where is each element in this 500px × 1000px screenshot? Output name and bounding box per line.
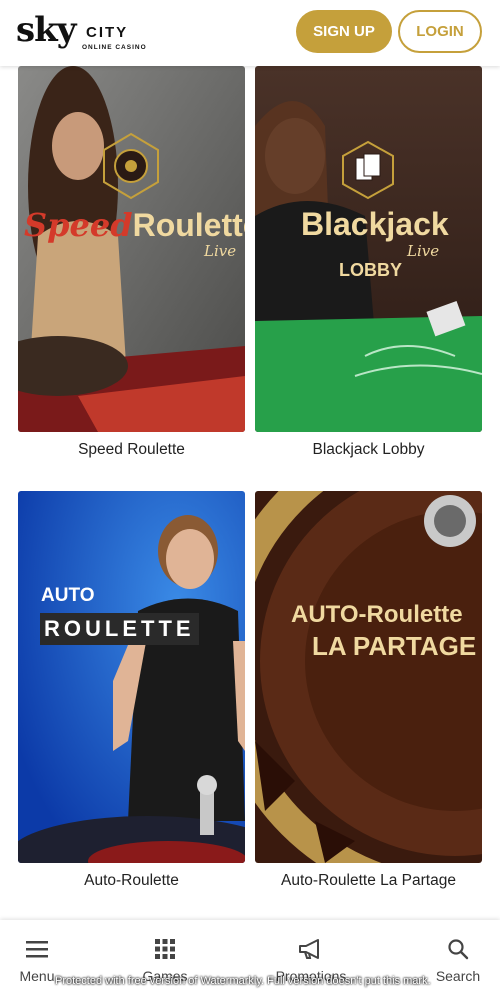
search-icon	[448, 939, 469, 960]
art-subtitle-lobby: LOBBY	[339, 260, 402, 280]
megaphone-icon	[299, 939, 319, 959]
art-title-roulette: ROULETTE	[40, 613, 199, 645]
auto-roulette-art	[18, 491, 245, 863]
game-card-auto-roulette-la-partage[interactable]: AUTO-Roulette LA PARTAGE Auto-Roulette L…	[255, 491, 482, 890]
speed-roulette-art-title: SpeedRoulette	[24, 206, 245, 244]
auto-roulette-la-partage-art	[255, 491, 482, 863]
game-title[interactable]: Blackjack Lobby	[255, 441, 482, 459]
skycity-logo[interactable]: sky CITY ONLINE CASINO	[16, 10, 146, 58]
art-title-la-partage: LA PARTAGE	[312, 631, 477, 661]
game-title[interactable]: Auto-Roulette La Partage	[255, 872, 482, 890]
signup-button[interactable]: SIGN UP	[296, 10, 392, 53]
art-title-auto-roulette: AUTO-Roulette	[291, 601, 463, 628]
game-card-blackjack-lobby[interactable]: Blackjack Live LOBBY Blackjack Lobby	[255, 66, 482, 459]
logo-city-text: CITY	[86, 24, 129, 41]
bottom-navigation: Menu Games Promotions Search	[0, 920, 500, 1000]
blackjack-lobby-art	[255, 66, 482, 432]
game-card-auto-roulette[interactable]: AUTO ROULETTE Auto-Roulette	[18, 491, 245, 890]
header: sky CITY ONLINE CASINO SIGN UP LOGIN	[0, 0, 500, 66]
art-title-auto: AUTO	[41, 585, 95, 606]
game-title[interactable]: Auto-Roulette	[18, 872, 245, 890]
art-title-speed: Speed	[24, 206, 133, 244]
logo-sky-text: sky	[16, 10, 76, 50]
art-title-blackjack: Blackjack	[301, 206, 449, 242]
game-thumbnail-auto-roulette[interactable]: AUTO ROULETTE	[18, 491, 245, 863]
menu-icon	[26, 941, 48, 958]
game-thumbnail-auto-roulette-la-partage[interactable]: AUTO-Roulette LA PARTAGE	[255, 491, 482, 863]
nav-menu-label: Menu	[19, 968, 55, 984]
watermark-text: Protected with free version of Watermark…	[55, 975, 431, 987]
game-card-speed-roulette[interactable]: SpeedRoulette Live Speed Roulette	[18, 66, 245, 459]
art-subtitle-live: Live	[407, 242, 440, 260]
art-title-roulette: Roulette	[132, 207, 245, 243]
logo-subtitle: ONLINE CASINO	[82, 44, 147, 51]
game-thumbnail-speed-roulette[interactable]: SpeedRoulette Live	[18, 66, 245, 432]
grid-icon	[155, 939, 175, 959]
game-thumbnail-blackjack-lobby[interactable]: Blackjack Live LOBBY	[255, 66, 482, 432]
login-button[interactable]: LOGIN	[398, 10, 482, 53]
game-title[interactable]: Speed Roulette	[18, 441, 245, 459]
art-subtitle-live: Live	[204, 242, 237, 260]
